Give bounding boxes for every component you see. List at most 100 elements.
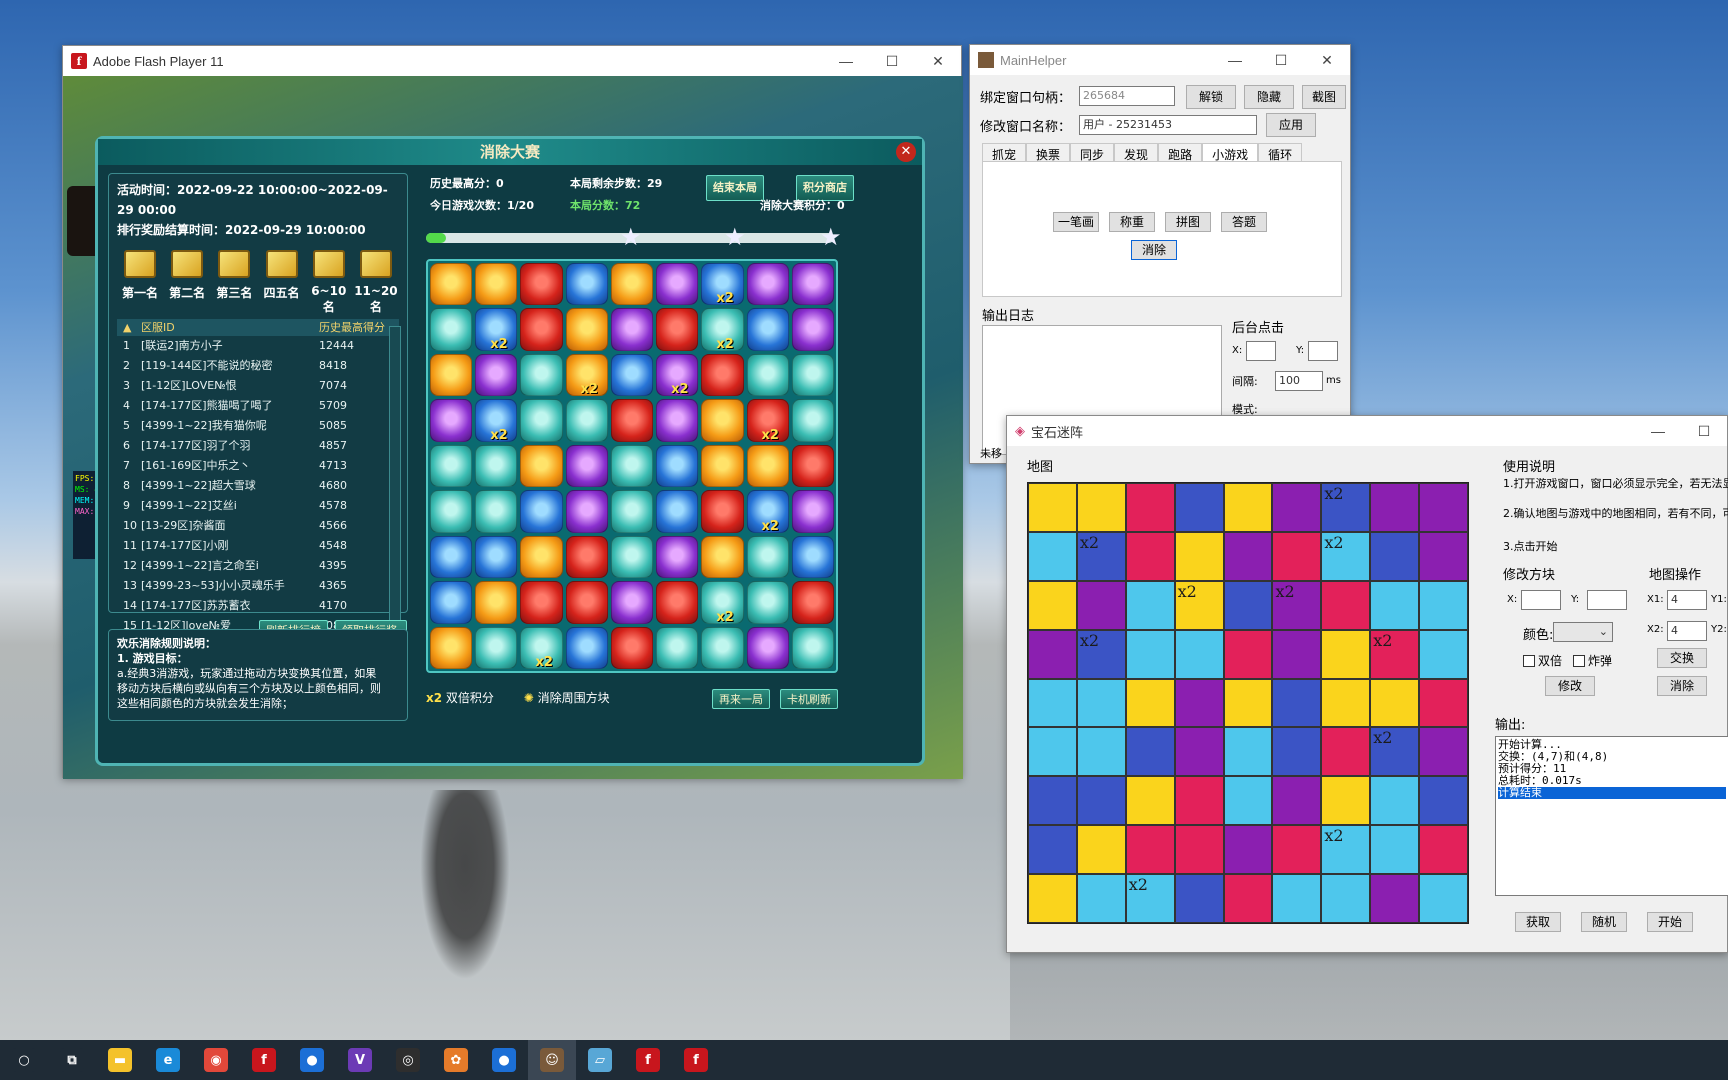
map-cell[interactable] (1419, 629, 1468, 679)
map-cell[interactable] (1321, 727, 1371, 777)
sun-gem-icon[interactable] (565, 308, 608, 351)
wind-gem-icon[interactable] (520, 353, 563, 397)
map-cell[interactable] (1321, 776, 1371, 826)
map-cell[interactable] (1223, 678, 1273, 728)
moon-gem-icon[interactable] (791, 490, 834, 533)
map-cell[interactable] (1174, 727, 1224, 777)
fire-gem-icon[interactable] (701, 353, 744, 397)
taskbar-avatar-app-icon[interactable]: ☺ (528, 1040, 576, 1080)
bg-x-field[interactable] (1246, 341, 1276, 361)
map-cell[interactable] (1076, 825, 1126, 875)
taskbar-flash-icon[interactable]: f (240, 1040, 288, 1080)
sun-gem-icon[interactable] (701, 444, 744, 488)
map-cell[interactable] (1174, 874, 1224, 923)
map-cell[interactable] (1272, 727, 1322, 777)
moon-gem-icon[interactable] (610, 308, 654, 351)
fire-gem-icon[interactable] (791, 581, 834, 624)
map-cell[interactable]: x2 (1076, 629, 1126, 679)
map-cell[interactable] (1223, 629, 1273, 679)
sun-gem-icon[interactable] (430, 626, 473, 669)
fire-gem-icon[interactable] (656, 308, 699, 351)
map-cell[interactable] (1370, 776, 1420, 826)
wind-gem-icon[interactable] (791, 626, 834, 669)
bomb-checkbox[interactable]: 炸弹 (1573, 652, 1612, 669)
moon-gem-icon[interactable] (791, 263, 834, 306)
fire-gem-icon[interactable] (610, 399, 654, 442)
double-checkbox[interactable]: 双倍 (1523, 652, 1562, 669)
map-cell[interactable] (1370, 678, 1420, 728)
contest-close-icon[interactable]: ✕ (896, 142, 916, 162)
modify-button[interactable]: 修改 (1545, 676, 1595, 696)
map-cell[interactable]: x2 (1321, 531, 1371, 581)
wind-gem-icon[interactable] (791, 399, 834, 442)
x1-field[interactable]: 4 (1667, 590, 1707, 610)
moon-gem-icon[interactable] (656, 263, 699, 306)
map-cell[interactable] (1125, 580, 1175, 630)
taskbar-chrome-icon[interactable]: ◉ (192, 1040, 240, 1080)
map-cell[interactable] (1272, 483, 1322, 532)
rank-row[interactable]: 11 [174-177区]小刚 4548 (117, 536, 399, 556)
rank-row[interactable]: 8 [4399-1~22]超大雪球 4680 (117, 476, 399, 496)
fire-gem-icon[interactable] (520, 581, 563, 624)
wind-gem-icon[interactable] (610, 490, 654, 533)
taskbar-search-icon[interactable]: ○ (0, 1040, 48, 1080)
map-cell[interactable]: x2 (1125, 874, 1175, 923)
wind-gem-icon[interactable] (610, 444, 654, 488)
map-cell[interactable] (1125, 531, 1175, 581)
modify-x-field[interactable] (1521, 590, 1561, 610)
maximize-icon[interactable]: ☐ (869, 53, 915, 70)
wind-gem-icon[interactable] (520, 399, 563, 442)
water-gem-icon[interactable]: x2 (746, 490, 789, 534)
wind-gem-icon[interactable]: x2 (701, 308, 744, 352)
moon-gem-icon[interactable] (746, 626, 789, 669)
map-cell[interactable] (1076, 580, 1126, 630)
taskbar-notes-icon[interactable]: ▱ (576, 1040, 624, 1080)
wind-gem-icon[interactable] (746, 581, 789, 624)
taskbar-obs-icon[interactable]: ◎ (384, 1040, 432, 1080)
map-cell[interactable] (1272, 874, 1322, 923)
map-cell[interactable] (1028, 776, 1077, 826)
fire-gem-icon[interactable] (610, 626, 654, 669)
wind-gem-icon[interactable] (656, 626, 699, 669)
map-cell[interactable] (1028, 531, 1077, 581)
map-cell[interactable] (1321, 629, 1371, 679)
sun-gem-icon[interactable]: x2 (565, 353, 608, 397)
moon-gem-icon[interactable] (610, 581, 654, 624)
fire-gem-icon[interactable] (565, 581, 608, 624)
modify-y-field[interactable] (1587, 590, 1627, 610)
map-cell[interactable] (1419, 531, 1468, 581)
map-cell[interactable]: x2 (1076, 531, 1126, 581)
bg-y-field[interactable] (1308, 341, 1338, 361)
water-gem-icon[interactable] (791, 535, 834, 579)
map-cell[interactable]: x2 (1174, 580, 1224, 630)
map-cell[interactable] (1272, 825, 1322, 875)
wind-gem-icon[interactable] (430, 444, 473, 488)
stuck-refresh-button[interactable]: 卡机刷新 (780, 689, 838, 709)
map-cell[interactable] (1272, 629, 1322, 679)
fire-gem-icon[interactable] (701, 490, 744, 533)
moon-gem-icon[interactable] (656, 399, 699, 442)
unbind-button[interactable]: 解锁 (1186, 85, 1236, 109)
sun-gem-icon[interactable] (610, 263, 654, 306)
map-cell[interactable] (1028, 825, 1077, 875)
water-gem-icon[interactable] (430, 535, 473, 579)
maximize-icon[interactable]: ☐ (1258, 52, 1304, 69)
rank-row[interactable]: 6 [174-177区]羽了个羽 4857 (117, 436, 399, 456)
screenshot-button[interactable]: 截图 (1302, 85, 1346, 109)
rank-row[interactable]: 4 [174-177区]熊猫喝了喝了 5709 (117, 396, 399, 416)
map-cell[interactable] (1419, 678, 1468, 728)
end-round-button[interactable]: 结束本局 (706, 175, 764, 201)
map-cell[interactable] (1419, 727, 1468, 777)
map-cell[interactable] (1419, 580, 1468, 630)
map-cell[interactable] (1125, 776, 1175, 826)
map-cell[interactable] (1028, 874, 1077, 923)
moon-gem-icon[interactable] (746, 263, 789, 306)
weigh-button[interactable]: 称重 (1109, 212, 1155, 232)
close-icon[interactable]: ✕ (915, 53, 961, 70)
gem-board[interactable]: x2 x2 x2 x2 x2 x2 x2 x2 x2 x2 (426, 259, 838, 673)
taskbar-maps-icon[interactable]: ● (288, 1040, 336, 1080)
map-cell[interactable]: x2 (1370, 727, 1420, 777)
map-cell[interactable] (1223, 531, 1273, 581)
map-cell[interactable] (1223, 483, 1273, 532)
map-cell[interactable] (1125, 825, 1175, 875)
